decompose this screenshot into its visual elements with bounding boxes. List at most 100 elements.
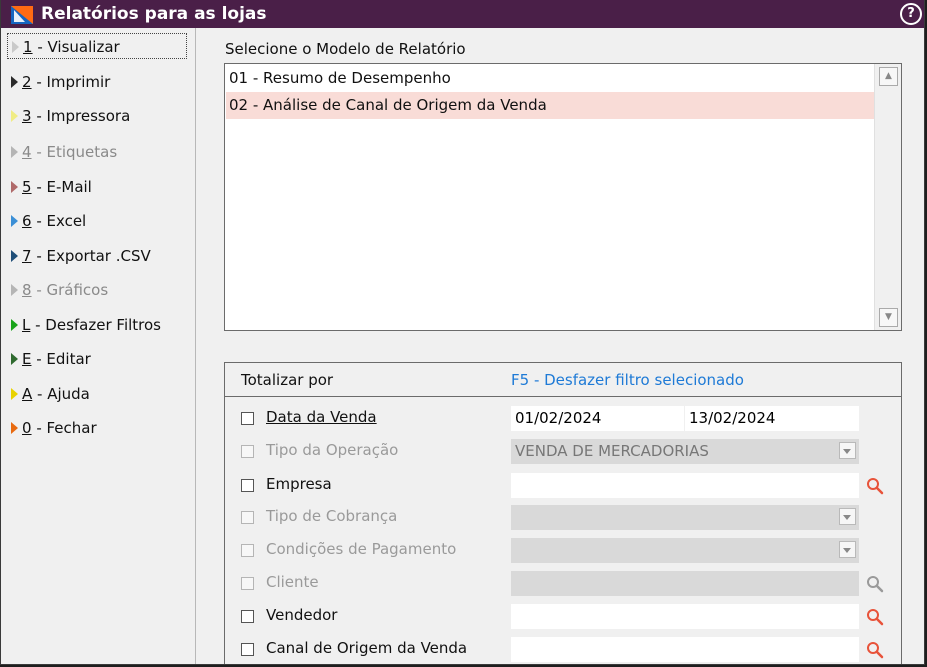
filter-label: Canal de Origem da Venda [266,639,468,657]
menu-label: - Desfazer Filtros [30,316,161,334]
menu-shortcut-key: 3 [22,107,32,125]
menu-shortcut-key: 1 [23,38,33,56]
search-icon[interactable] [865,607,885,627]
menu-label: - Visualizar [32,38,120,56]
filter-label: Cliente [266,573,319,591]
menu-item-8[interactable]: L - Desfazer Filtros [11,312,161,338]
report-model-item[interactable]: 02 - Análise de Canal de Origem da Venda [226,92,874,119]
menu-item-2[interactable]: 3 - Impressora [11,103,130,129]
menu-arrow-icon [11,181,18,193]
menu-shortcut-key: 6 [22,212,32,230]
filter-value: VENDA DE MERCADORIAS [515,442,709,460]
filter-row: Vendedor [241,604,891,630]
menu-arrow-icon [11,422,18,434]
menu-arrow-icon [11,284,18,296]
menu-label: - Gráficos [31,281,109,299]
report-window: Relatórios para as lojas ? 1 - Visualiza… [0,0,925,665]
menu-shortcut-key: A [22,385,33,403]
filter-header: Totalizar por F5 - Desfazer filtro selec… [225,363,901,397]
menu-label: - Editar [31,350,91,368]
menu-arrow-icon [11,146,18,158]
menu-shortcut-key: 7 [22,247,32,265]
list-scrollbar[interactable]: ▲ ▼ [874,64,901,330]
menu-arrow-icon [11,353,18,365]
menu-shortcut-key: 4 [22,143,32,161]
filter-dropdown [511,538,859,563]
filter-dropdown: VENDA DE MERCADORIAS [511,439,859,464]
menu-shortcut-key: 0 [22,419,32,437]
undo-selected-filter-link[interactable]: F5 - Desfazer filtro selecionado [511,371,744,389]
filter-checkbox [241,577,254,590]
menu-label: - E-Mail [31,178,92,196]
menu-item-11[interactable]: 0 - Fechar [11,415,97,441]
filter-label: Data da Venda [266,408,377,426]
chevron-down-icon [839,442,856,459]
menu-arrow-icon [11,215,18,227]
menu-label: - Impressora [31,107,131,125]
filter-label: Tipo da Operação [266,441,399,459]
filter-checkbox [241,544,254,557]
menu-label: - Imprimir [31,73,111,91]
menu-label: - Ajuda [32,385,90,403]
chevron-down-icon [839,508,856,525]
filter-panel: Totalizar por F5 - Desfazer filtro selec… [224,362,902,664]
filter-input[interactable] [511,604,859,629]
menu-arrow-icon [11,319,18,331]
filter-label: Tipo de Cobrança [266,507,398,525]
menu-label: - Excel [31,212,87,230]
filter-label: Empresa [266,475,332,493]
menu-label: - Exportar .CSV [31,247,151,265]
menu-arrow-icon [11,250,18,262]
menu-label: - Fechar [31,419,97,437]
menu-item-0[interactable]: 1 - Visualizar [7,33,187,59]
menu-item-1[interactable]: 2 - Imprimir [11,69,110,95]
filter-label: Condições de Pagamento [266,540,457,558]
window-title: Relatórios para as lojas [41,4,267,24]
action-sidebar: 1 - Visualizar 2 - Imprimir 3 - Impressora… [1,28,196,664]
menu-item-5[interactable]: 6 - Excel [11,208,86,234]
filter-label: Vendedor [266,606,338,624]
menu-arrow-icon [11,76,18,88]
menu-arrow-icon [11,110,18,122]
menu-arrow-icon [11,388,18,400]
menu-label: - Etiquetas [31,143,118,161]
search-icon[interactable] [865,640,885,660]
date-from-input[interactable]: 01/02/2024 [511,406,684,431]
filter-input[interactable] [511,473,859,498]
filter-row: Cliente [241,571,891,597]
report-model-list[interactable]: ▲ ▼ 01 - Resumo de Desempenho 02 - Anális… [224,63,902,331]
filter-row: Empresa [241,473,891,499]
menu-arrow-icon [12,41,19,53]
help-icon[interactable]: ? [900,3,922,25]
filter-row: Tipo da Operação VENDA DE MERCADORIAS [241,439,891,465]
search-icon[interactable] [865,574,885,594]
report-model-item[interactable]: 01 - Resumo de Desempenho [226,65,874,92]
menu-item-3[interactable]: 4 - Etiquetas [11,139,117,165]
filter-checkbox[interactable] [241,479,254,492]
title-bar: Relatórios para as lojas ? [1,0,924,28]
filter-row: Canal de Origem da Venda [241,637,891,663]
filter-checkbox[interactable] [241,643,254,656]
totalize-label: Totalizar por [241,371,334,389]
model-list-label: Selecione o Modelo de Relatório [225,40,466,58]
menu-shortcut-key: 5 [22,178,32,196]
menu-item-4[interactable]: 5 - E-Mail [11,174,92,200]
menu-item-7[interactable]: 8 - Gráficos [11,277,108,303]
menu-shortcut-key: 2 [22,73,32,91]
filter-checkbox[interactable] [241,610,254,623]
date-to-input[interactable]: 13/02/2024 [685,406,859,431]
filter-checkbox [241,445,254,458]
search-icon[interactable] [865,476,885,496]
filter-checkbox[interactable] [241,412,254,425]
scroll-down-icon[interactable]: ▼ [879,308,898,327]
filter-input [511,571,859,596]
scroll-up-icon[interactable]: ▲ [879,67,898,86]
menu-item-6[interactable]: 7 - Exportar .CSV [11,243,151,269]
filter-input[interactable] [511,637,859,662]
menu-item-10[interactable]: A - Ajuda [11,381,90,407]
filter-row: Condições de Pagamento [241,538,891,564]
menu-item-9[interactable]: E - Editar [11,346,91,372]
filter-row: Data da Venda 01/02/2024 13/02/2024 [241,406,891,432]
menu-shortcut-key: 8 [22,281,32,299]
filter-checkbox [241,511,254,524]
